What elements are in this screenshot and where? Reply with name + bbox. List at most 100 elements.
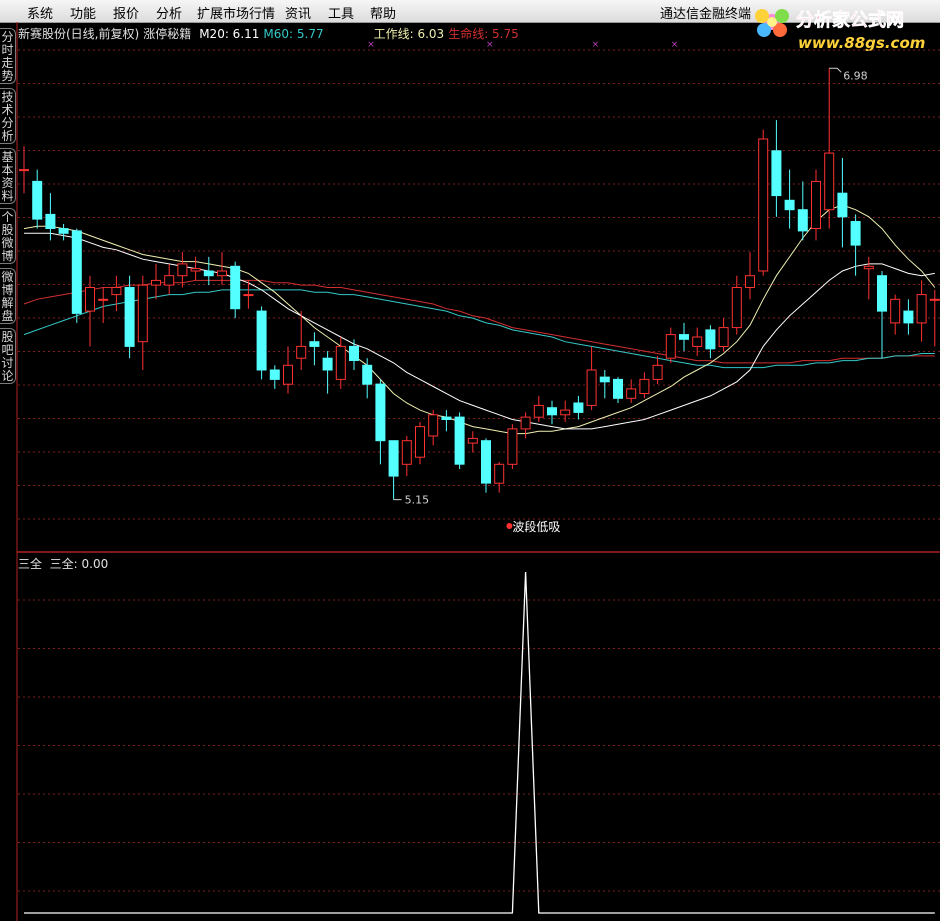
candle-body [824,152,835,211]
candle-body [151,279,161,286]
chart-canvas: 6.98 5.15 波段低吸 × × × × [16,22,940,921]
candle [613,377,623,403]
candle [824,68,835,229]
m60-line [23,289,935,369]
candle [58,223,69,241]
candle [85,275,95,347]
candle-body [533,404,544,418]
candle-body [745,275,755,289]
candle [599,370,610,399]
work-line [23,204,936,435]
candle [111,275,122,312]
candle [401,436,412,477]
grid-lines [18,49,940,892]
candle-body [388,440,399,477]
candle-body [890,298,901,324]
candle [929,289,940,347]
candle [547,400,557,425]
candle-body [916,294,927,324]
cross-marker: × [367,40,375,50]
candle [388,440,399,500]
candle [573,395,584,420]
candle-body [705,329,716,350]
candle-body [177,263,188,277]
candle-body [375,383,386,442]
candle-body [507,428,518,465]
candle-body [230,265,241,310]
candle-body [309,341,320,347]
candle [269,365,280,389]
candle-body [190,268,201,272]
candle [520,412,531,439]
sanquan-line [24,571,935,914]
candle [441,410,452,432]
candle-body [164,275,175,286]
candle [32,169,43,229]
candle-body [520,416,531,430]
candle-body [903,310,914,324]
candle [705,325,716,359]
candle-body [58,228,69,234]
candle [665,327,676,363]
cross-marker: × [486,40,494,50]
candle-body [467,437,478,444]
candle [784,169,795,229]
candle-body [679,334,689,340]
candle [533,395,544,422]
candle [481,438,491,493]
candle-body [784,199,795,211]
candle-body [296,345,307,359]
candle [890,294,901,335]
candle-body [639,378,650,394]
chart-annotations: 6.98 5.15 波段低吸 × × × × [367,40,868,534]
candle-body [771,150,782,197]
candle [877,271,887,359]
cross-marker: × [671,40,679,50]
candle [322,351,333,394]
sanquan-indicator-plot [24,571,935,914]
candle [797,181,808,241]
high-price-label: 6.98 [843,69,868,82]
candle-body [349,345,359,361]
candle-body [45,213,56,229]
candle-body [929,298,940,301]
candle [230,261,241,319]
candle [362,358,373,399]
candle-body [32,180,43,220]
candle [850,214,861,276]
candle [190,256,201,281]
candle [454,412,465,469]
candle [98,287,109,323]
candle [652,355,663,385]
life-line [23,279,935,364]
candle-body [586,369,597,406]
candle-body [203,270,214,277]
candle-body [111,287,122,296]
candle [124,275,135,359]
candle [586,346,597,411]
candle-body [415,426,425,458]
candle [164,263,175,295]
candle-body [335,345,346,380]
candle [639,372,650,399]
candle [916,280,927,342]
candle-body [811,180,821,229]
candlestick-series [19,68,940,500]
candle-body [797,209,808,232]
candle [758,129,769,276]
m20-line [24,232,935,430]
candle-body [441,416,452,421]
candle-body [454,416,465,465]
candle-body [481,440,491,484]
candle [335,337,346,389]
candle [837,157,848,248]
sub-chart-header: 三全 三全: 0.00 [18,555,108,572]
candle-body [626,388,637,399]
candle-body [837,192,848,218]
signal-label: 波段低吸 [512,519,560,534]
candle-body [547,407,557,416]
candle-body [613,378,623,399]
candle-body [718,327,729,348]
candle-body [137,284,148,343]
candle-body [217,270,227,277]
